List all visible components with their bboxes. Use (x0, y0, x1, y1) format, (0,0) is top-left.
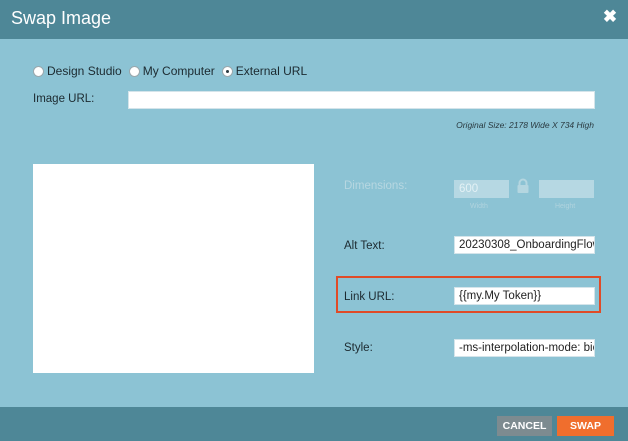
image-url-input[interactable] (128, 91, 595, 109)
radio-button[interactable] (33, 65, 44, 77)
link-url-input[interactable]: {{my.My Token}} (454, 287, 595, 305)
alt-text-input[interactable]: 20230308_OnboardingFlow (454, 236, 595, 254)
radio-label: Design Studio (47, 64, 122, 78)
radio-design-studio[interactable]: Design Studio (33, 64, 122, 78)
radio-button[interactable] (128, 65, 140, 77)
radio-my-computer[interactable]: My Computer (128, 64, 215, 78)
height-input[interactable] (539, 180, 594, 198)
radio-button-selected[interactable] (221, 65, 233, 77)
width-input[interactable]: 600 (454, 180, 509, 198)
height-caption: Height (555, 203, 576, 210)
lock-icon[interactable] (516, 178, 530, 194)
image-preview (33, 164, 314, 373)
image-url-label: Image URL: (33, 93, 95, 105)
radio-label: External URL (235, 64, 308, 78)
dimensions-label: Dimensions: (344, 180, 408, 192)
alt-text-label: Alt Text: (344, 240, 385, 252)
swap-button[interactable]: SWAP (557, 416, 614, 436)
original-size-text: Original Size: 2178 Wide X 734 High (456, 120, 594, 130)
width-caption: Width (470, 203, 488, 210)
radio-label: My Computer (142, 64, 215, 78)
cancel-button[interactable]: CANCEL (497, 416, 552, 436)
dialog-title: Swap Image (11, 8, 112, 28)
style-input[interactable]: -ms-interpolation-mode: bic (454, 339, 595, 357)
radio-external-url[interactable]: External URL (221, 64, 308, 78)
image-source-radio-group: Design Studio My Computer External URL (33, 63, 314, 79)
close-icon[interactable]: ✖ (601, 8, 619, 26)
style-label: Style: (344, 342, 373, 354)
link-url-label: Link URL: (344, 291, 395, 303)
